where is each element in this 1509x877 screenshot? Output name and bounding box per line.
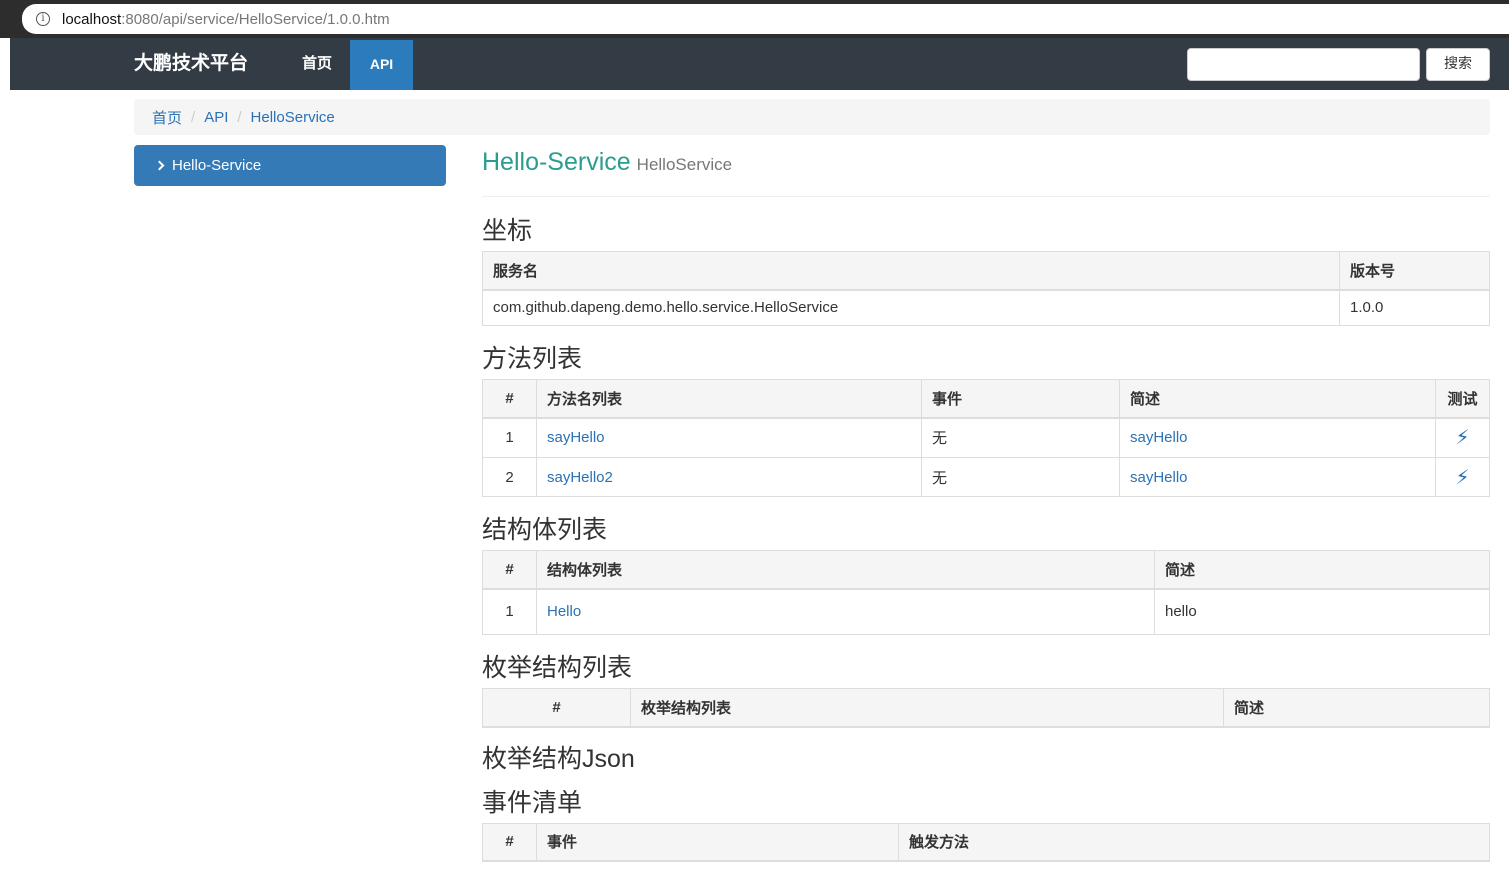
table-header-row: # 枚举结构列表 简述 <box>482 688 1490 728</box>
url-host: localhost <box>62 10 122 28</box>
table-row: 2 sayHello2 无 sayHello ⚡︎ <box>482 457 1490 497</box>
methods-table: # 方法名列表 事件 简述 测试 1 sayHello 无 sayHello ⚡… <box>482 379 1490 497</box>
column-header: 简述 <box>1119 379 1436 419</box>
chevron-right-icon <box>154 160 165 171</box>
row-number: 1 <box>482 417 537 458</box>
column-header: 事件 <box>921 379 1120 419</box>
address-field[interactable]: i localhost:8080/api/service/HelloServic… <box>22 4 1509 34</box>
main-content: Hello-Service HelloService 坐标 服务名 版本号 com… <box>482 145 1490 862</box>
row-number: 2 <box>482 457 537 497</box>
brand-logo-text[interactable]: 大鹏技术平台 <box>134 38 248 90</box>
column-header: 结构体列表 <box>536 550 1155 590</box>
section-title-methods: 方法列表 <box>482 345 583 373</box>
column-header: 简述 <box>1154 550 1490 590</box>
column-header: # <box>482 550 537 590</box>
browser-url-bar: i localhost:8080/api/service/HelloServic… <box>0 0 1509 38</box>
table-header-row: # 结构体列表 简述 <box>482 550 1490 590</box>
table-row: 1 sayHello 无 sayHello ⚡︎ <box>482 417 1490 458</box>
info-icon[interactable]: i <box>36 12 50 26</box>
events-table: # 事件 触发方法 <box>482 822 1490 862</box>
page-title: Hello-Service <box>482 148 631 176</box>
section-title-events: 事件清单 <box>482 788 583 817</box>
breadcrumb: 首页 / API / HelloService <box>134 99 1490 135</box>
struct-link[interactable]: Hello <box>547 603 581 620</box>
top-navbar: 大鹏技术平台 首页 API 搜索 <box>10 38 1509 90</box>
table-header-row: # 事件 触发方法 <box>482 822 1490 862</box>
page-subtitle: HelloService <box>636 155 733 174</box>
table-header-row: # 方法名列表 事件 简述 测试 <box>482 379 1490 419</box>
column-header: # <box>482 379 537 419</box>
column-header: 测试 <box>1435 379 1490 419</box>
section-title-enums: 枚举结构列表 <box>482 654 633 682</box>
version-cell: 1.0.0 <box>1339 289 1490 326</box>
nav-home[interactable]: 首页 <box>286 38 348 90</box>
method-link[interactable]: sayHello2 <box>547 469 613 486</box>
column-header: 版本号 <box>1339 251 1490 291</box>
breadcrumb-api[interactable]: API <box>204 109 228 126</box>
table-row: 1 Hello hello <box>482 588 1490 635</box>
breadcrumb-home[interactable]: 首页 <box>152 107 182 128</box>
search-button[interactable]: 搜索 <box>1426 48 1490 81</box>
test-bolt-icon[interactable]: ⚡︎ <box>1435 457 1490 497</box>
url-path: :8080/api/service/HelloService/1.0.0.htm <box>121 10 390 28</box>
section-title-structs: 结构体列表 <box>482 516 608 544</box>
sidebar-item-label: Hello-Service <box>172 157 262 174</box>
table-header-row: 服务名 版本号 <box>482 251 1490 291</box>
breadcrumb-separator: / <box>191 108 196 126</box>
column-header: 触发方法 <box>898 822 1490 862</box>
breadcrumb-separator: / <box>237 108 242 126</box>
column-header: 事件 <box>536 822 899 862</box>
page-header: Hello-Service HelloService <box>482 145 1490 197</box>
search-input[interactable] <box>1187 48 1420 81</box>
column-header: 简述 <box>1223 688 1490 728</box>
sidebar-item-hello-service[interactable]: Hello-Service <box>134 145 446 186</box>
section-title-coordinates: 坐标 <box>482 217 533 245</box>
breadcrumb-current[interactable]: HelloService <box>251 109 335 126</box>
column-header: 服务名 <box>482 251 1340 291</box>
coordinates-table: 服务名 版本号 com.github.dapeng.demo.hello.ser… <box>482 251 1490 326</box>
column-header: 方法名列表 <box>536 379 922 419</box>
enums-table: # 枚举结构列表 简述 <box>482 688 1490 728</box>
struct-desc-cell: hello <box>1154 588 1490 635</box>
method-desc-link[interactable]: sayHello <box>1130 429 1188 446</box>
column-header: # <box>482 822 537 862</box>
column-header: # <box>482 688 631 728</box>
row-number: 1 <box>482 588 537 635</box>
section-title-enum-json: 枚举结构Json <box>482 744 635 773</box>
event-cell: 无 <box>921 457 1120 497</box>
event-cell: 无 <box>921 417 1120 458</box>
method-link[interactable]: sayHello <box>547 429 605 446</box>
test-bolt-icon[interactable]: ⚡︎ <box>1435 417 1490 458</box>
nav-api[interactable]: API <box>350 40 413 90</box>
structs-table: # 结构体列表 简述 1 Hello hello <box>482 550 1490 635</box>
service-name-cell: com.github.dapeng.demo.hello.service.Hel… <box>482 289 1340 326</box>
method-desc-link[interactable]: sayHello <box>1130 469 1188 486</box>
table-row: com.github.dapeng.demo.hello.service.Hel… <box>482 289 1490 326</box>
column-header: 枚举结构列表 <box>630 688 1224 728</box>
